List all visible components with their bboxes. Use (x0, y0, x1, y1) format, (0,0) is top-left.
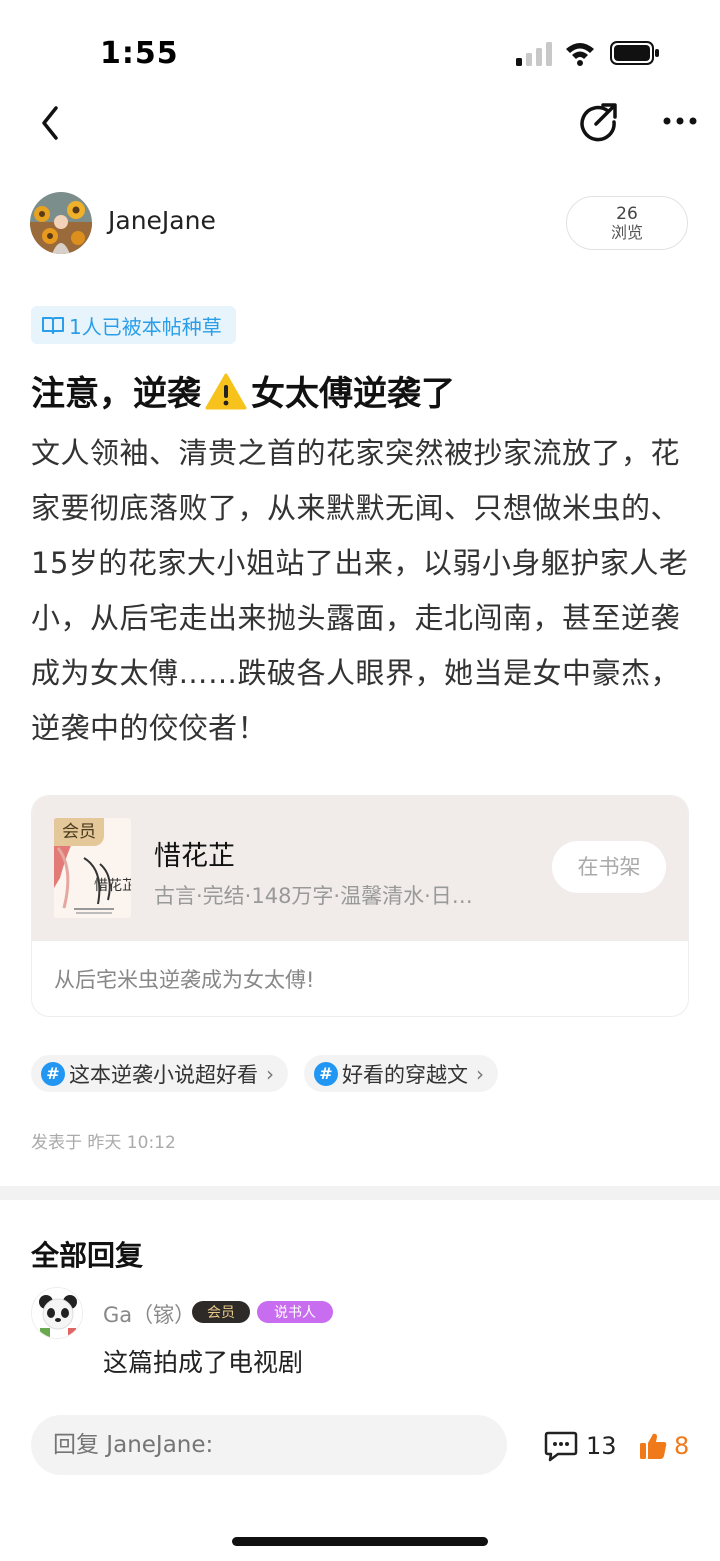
seed-badge[interactable]: 1人已被本帖种草 (31, 306, 236, 344)
book-card[interactable]: 惜花芷 会员 惜花芷 古言·完结·148万字·温馨清水·日… 在书架 从后宅米虫… (31, 795, 689, 1017)
post-title-part2: 女太傅逆袭了 (251, 374, 455, 414)
post-title: 注意，逆袭 女太傅逆袭了 (31, 366, 455, 415)
section-divider (0, 1186, 720, 1200)
post-time: 发表于 昨天 10:12 (31, 1133, 176, 1153)
book-quote: 从后宅米虫逆袭成为女太傅! (54, 968, 315, 992)
in-shelf-button[interactable]: 在书架 (552, 841, 666, 893)
hashtag-icon: # (41, 1061, 65, 1086)
reply-text: 这篇拍成了电视剧 (103, 1348, 304, 1377)
topic-label: 这本逆袭小说超好看 (69, 1062, 258, 1087)
home-indicator (232, 1537, 488, 1546)
reply-author[interactable]: Ga（镓） (103, 1299, 195, 1329)
comment-count: 13 (586, 1432, 617, 1460)
author-row: JaneJane 26 浏览 (30, 192, 690, 254)
like-button[interactable]: 8 (638, 1428, 689, 1464)
topic-label: 好看的穿越文 (342, 1062, 468, 1087)
views-count: 26 (616, 204, 638, 224)
chevron-right-icon: › (476, 1061, 484, 1086)
book-meta: 古言·完结·148万字·温馨清水·日… (154, 884, 473, 908)
views-label: 浏览 (610, 223, 643, 242)
like-count: 8 (674, 1432, 690, 1460)
post-body: 文人领袖、清贵之首的花家突然被抄家流放了，花家要彻底落败了，从来默默无闻、只想做… (31, 436, 689, 745)
reply-avatar[interactable] (31, 1287, 83, 1339)
topic-tag[interactable]: # 这本逆袭小说超好看 › (31, 1055, 288, 1092)
topic-tags: # 这本逆袭小说超好看 › # 好看的穿越文 › (31, 1055, 514, 1092)
post-title-part1: 注意，逆袭 (31, 374, 201, 414)
vip-tag: 会员 (54, 818, 104, 846)
book-icon (42, 317, 64, 334)
share-icon[interactable] (578, 100, 618, 142)
reply-input[interactable] (31, 1415, 507, 1475)
nav-bar (0, 90, 720, 154)
back-icon[interactable] (36, 104, 66, 142)
topic-tag[interactable]: # 好看的穿越文 › (304, 1055, 498, 1092)
wifi-icon (566, 43, 594, 66)
comment-icon (544, 1431, 578, 1462)
hashtag-icon: # (314, 1061, 338, 1086)
warning-icon (205, 373, 247, 410)
status-bar: 1:55 (0, 0, 720, 100)
member-badge: 会员 (192, 1301, 250, 1323)
comments-button[interactable]: 13 (544, 1428, 617, 1464)
book-title[interactable]: 惜花芷 (154, 834, 235, 873)
author-name[interactable]: JaneJane (108, 206, 216, 235)
more-icon[interactable] (660, 108, 700, 134)
battery-icon (610, 41, 659, 65)
author-avatar[interactable] (30, 192, 92, 254)
replies-heading: 全部回复 (31, 1239, 144, 1272)
status-time: 1:55 (100, 36, 179, 71)
thumbs-up-icon (640, 1433, 667, 1459)
seed-badge-text: 1人已被本帖种草 (69, 314, 222, 339)
book-cover[interactable]: 惜花芷 会员 (54, 818, 131, 918)
storyteller-badge: 说书人 (257, 1301, 333, 1323)
chevron-right-icon: › (266, 1061, 274, 1086)
reply-item[interactable]: Ga（镓） 会员 说书人 这篇拍成了电视剧 (31, 1287, 691, 1377)
book-card-header: 惜花芷 会员 惜花芷 古言·完结·148万字·温馨清水·日… 在书架 (32, 796, 688, 941)
views-counter: 26 浏览 (566, 196, 688, 250)
book-cover-title: 惜花芷 (94, 878, 131, 894)
signal-icon (516, 42, 552, 66)
